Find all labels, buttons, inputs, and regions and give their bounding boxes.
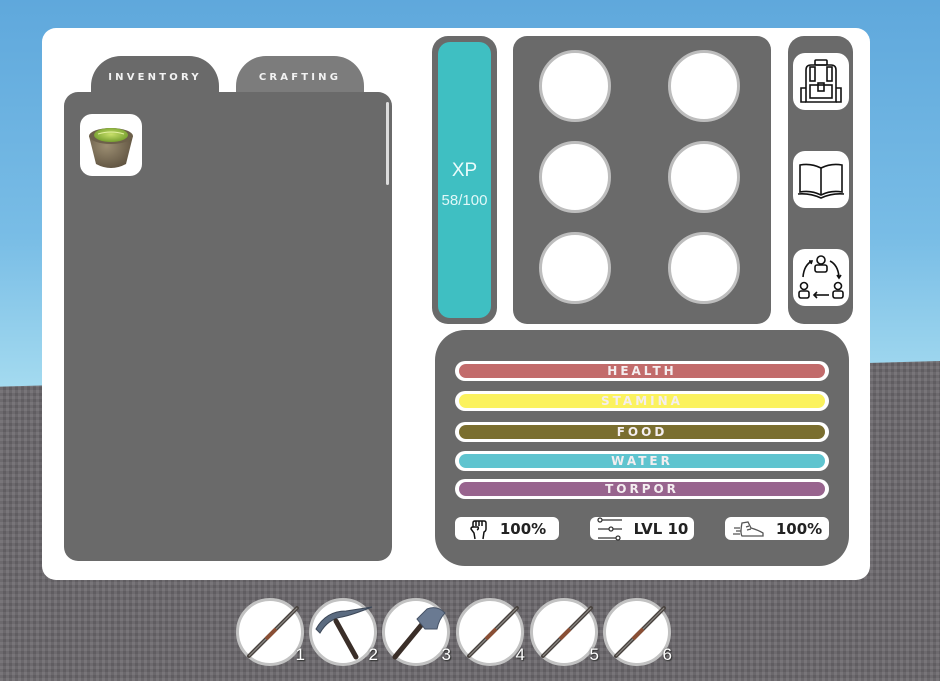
equipment-slot[interactable]	[539, 141, 611, 213]
sliders-icon	[596, 516, 622, 541]
book-icon	[797, 163, 845, 199]
xp-bar-fill: XP 58/100	[438, 42, 491, 318]
spear-icon	[541, 606, 593, 658]
social-button[interactable]	[793, 249, 849, 306]
backpack-button[interactable]	[793, 53, 849, 110]
hotbar-slot[interactable]: 5	[530, 598, 599, 666]
side-menu	[788, 36, 853, 324]
water-bar: WATER	[455, 451, 829, 471]
level-stat: LVL 10	[590, 516, 694, 541]
xp-bar: XP 58/100	[432, 36, 497, 324]
people-cycle-icon	[798, 254, 844, 299]
torpor-bar: TORPOR	[455, 479, 829, 499]
fist-icon	[470, 519, 487, 539]
hotbar-slot[interactable]: 2	[309, 598, 378, 666]
torpor-label: TORPOR	[605, 482, 679, 496]
equipment-slot[interactable]	[668, 50, 740, 122]
health-label: HEALTH	[607, 364, 677, 378]
xp-label: XP	[451, 160, 478, 181]
status-panel: HEALTH STAMINA FOOD WATER TORPOR 100% LV…	[435, 330, 849, 566]
hotbar-slot[interactable]: 1	[236, 598, 305, 666]
hotbar-number: 5	[589, 645, 599, 664]
hotbar-number: 1	[295, 645, 305, 664]
hotbar-number: 6	[662, 645, 672, 664]
stamina-label: STAMINA	[601, 394, 683, 408]
food-label: FOOD	[616, 425, 668, 439]
hotbar-number: 2	[368, 645, 378, 664]
health-bar: HEALTH	[455, 361, 829, 381]
level-value: LVL 10	[633, 519, 689, 538]
equipment-slots	[513, 36, 771, 324]
strength-value: 100%	[499, 519, 547, 538]
tab-inventory[interactable]: INVENTORY	[91, 56, 219, 96]
tab-crafting[interactable]: CRAFTING	[236, 56, 364, 96]
food-bar: FOOD	[455, 422, 829, 442]
journal-button[interactable]	[793, 151, 849, 208]
hotbar-number: 3	[441, 645, 451, 664]
hotbar-slot[interactable]: 3	[382, 598, 451, 666]
equipment-slot[interactable]	[668, 141, 740, 213]
equipment-slot[interactable]	[539, 50, 611, 122]
spear-icon	[467, 606, 519, 658]
pickaxe-icon	[315, 606, 373, 660]
equipment-slot[interactable]	[539, 232, 611, 304]
running-shoe-icon	[732, 520, 764, 537]
inventory-grid	[64, 92, 392, 561]
xp-value: 58/100	[441, 192, 488, 209]
inventory-item-slot[interactable]	[80, 114, 142, 176]
hotbar-slot[interactable]: 6	[603, 598, 672, 666]
equipment-slot[interactable]	[668, 232, 740, 304]
axe-icon	[392, 607, 446, 660]
hotbar-number: 4	[515, 645, 525, 664]
bowl-icon	[89, 128, 133, 168]
water-label: WATER	[611, 454, 673, 468]
hotbar-slot[interactable]: 4	[456, 598, 525, 666]
strength-stat: 100%	[455, 517, 559, 540]
stamina-bar: STAMINA	[455, 391, 829, 411]
speed-value: 100%	[775, 519, 823, 538]
spear-icon	[614, 606, 666, 658]
inventory-panel: INVENTORY CRAFTING XP 58/100 HEALTH STAM…	[42, 28, 870, 580]
inventory-scrollbar[interactable]	[386, 102, 389, 185]
speed-stat: 100%	[725, 517, 829, 540]
backpack-icon	[800, 58, 842, 103]
spear-icon	[247, 606, 299, 658]
